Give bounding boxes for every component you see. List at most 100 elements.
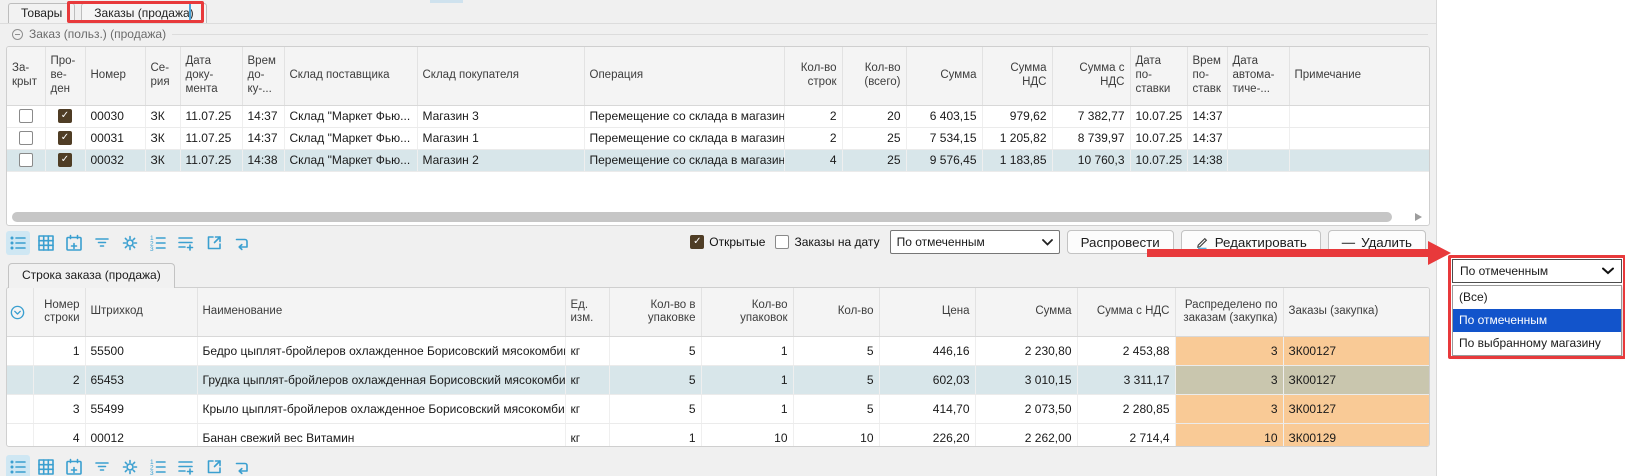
col-allocated[interactable]: Распределено по заказам (закупка): [1175, 288, 1283, 337]
cell-warehouse_buyer: Магазин 3: [417, 105, 584, 127]
overlay-distribute-mode-select[interactable]: По отмеченным: [1452, 259, 1622, 283]
calendar-add-icon[interactable]: [62, 231, 86, 255]
open-orders-checkbox[interactable]: ✓: [690, 235, 704, 249]
col-price[interactable]: Цена: [879, 288, 975, 337]
orders-table: За- крыт Про- ве- ден Номер Се- рия Дата…: [7, 47, 1430, 172]
dropdown-option-selected-store[interactable]: По выбранному магазину: [1453, 332, 1621, 355]
add-row-icon[interactable]: [174, 455, 198, 476]
col-packs[interactable]: Кол-во упаковок: [701, 288, 793, 337]
cell-amount_with_vat: 2 453,88: [1077, 337, 1175, 366]
cell-purchase_orders: ЗК00127: [1283, 337, 1429, 366]
col-doc-time[interactable]: Врем до- ку-...: [242, 47, 284, 105]
col-line-amount[interactable]: Сумма: [975, 288, 1077, 337]
col-delivery-date[interactable]: Дата по- ставки: [1130, 47, 1187, 105]
cell-warehouse_supplier: Склад "Маркет Фью...: [284, 127, 417, 149]
cell-posted: ✓: [45, 127, 85, 149]
horizontal-scrollbar-thumb[interactable]: [12, 212, 1392, 222]
numbered-list-icon[interactable]: 123: [146, 455, 170, 476]
cell-amount: 9 576,45: [906, 149, 982, 171]
posted-checkbox[interactable]: ✓: [58, 153, 72, 167]
col-closed[interactable]: За- крыт: [7, 47, 45, 105]
col-name[interactable]: Наименование: [197, 288, 565, 337]
order-line-row[interactable]: 400012Банан свежий вес Витаминкг11010226…: [7, 424, 1429, 447]
open-external-icon[interactable]: [202, 231, 226, 255]
cell-qty: 5: [793, 337, 879, 366]
delete-button-label: Удалить: [1361, 235, 1412, 250]
col-line-no[interactable]: Номер строки: [33, 288, 85, 337]
cell-row_icon: [7, 337, 33, 366]
order-row[interactable]: ✓00030ЗК11.07.2514:37Склад "Маркет Фью..…: [7, 105, 1429, 127]
cell-allocated: 3: [1175, 395, 1283, 424]
col-auto-date[interactable]: Дата автома- тиче-...: [1227, 47, 1289, 105]
tab-orders-sale[interactable]: Заказы (продажа): [81, 3, 206, 24]
col-warehouse-supplier[interactable]: Склад поставщика: [284, 47, 417, 105]
filter-icon[interactable]: [90, 231, 114, 255]
col-lines-count[interactable]: Кол-во строк: [784, 47, 842, 105]
col-purchase-orders[interactable]: Заказы (закупка): [1283, 288, 1429, 337]
col-posted[interactable]: Про- ве- ден: [45, 47, 85, 105]
gear-icon[interactable]: [118, 231, 142, 255]
col-row-icon[interactable]: [7, 288, 33, 337]
closed-checkbox[interactable]: [19, 131, 33, 145]
cell-delivery_date: 10.07.25: [1130, 127, 1187, 149]
cell-doc_time: 14:37: [242, 127, 284, 149]
distribute-mode-select[interactable]: По отмеченным: [890, 230, 1060, 254]
order-row[interactable]: ✓00032ЗК11.07.2514:38Склад "Маркет Фью..…: [7, 149, 1429, 171]
closed-checkbox[interactable]: [19, 109, 33, 123]
open-external-icon[interactable]: [202, 455, 226, 476]
bullet-list-icon[interactable]: [6, 455, 30, 476]
col-qty[interactable]: Кол-во: [793, 288, 879, 337]
col-qty-total[interactable]: Кол-во (всего): [842, 47, 906, 105]
scrollbar-right-arrow-icon[interactable]: [1415, 213, 1422, 221]
order-line-row[interactable]: 155500Бедро цыплят-бройлеров охлажденное…: [7, 337, 1429, 366]
gear-icon[interactable]: [118, 455, 142, 476]
col-doc-date[interactable]: Дата доку- мента: [180, 47, 242, 105]
col-line-amount-with-vat[interactable]: Сумма с НДС: [1077, 288, 1175, 337]
order-line-row[interactable]: 355499Крыло цыплят-бройлеров охлажденное…: [7, 395, 1429, 424]
annotation-arrow: [1147, 249, 1430, 257]
posted-checkbox[interactable]: ✓: [58, 131, 72, 145]
col-operation[interactable]: Операция: [584, 47, 784, 105]
cell-qty: 5: [793, 395, 879, 424]
dropdown-option-marked[interactable]: По отмеченным: [1453, 309, 1621, 332]
grid-icon[interactable]: [34, 231, 58, 255]
numbered-list-icon[interactable]: 123: [146, 231, 170, 255]
cell-allocated: 3: [1175, 337, 1283, 366]
add-row-icon[interactable]: [174, 231, 198, 255]
closed-checkbox[interactable]: [19, 153, 33, 167]
filter-icon[interactable]: [90, 455, 114, 476]
cell-number: 00032: [85, 149, 145, 171]
orders-on-date-checkbox[interactable]: [775, 235, 789, 249]
refresh-icon[interactable]: [230, 231, 254, 255]
col-series[interactable]: Се- рия: [145, 47, 180, 105]
orders-on-date-checkbox-group: Заказы на дату: [775, 235, 879, 249]
cell-barcode: 55500: [85, 337, 197, 366]
upper-group-header: Заказ (польз.) (продажа): [12, 27, 1428, 41]
col-barcode[interactable]: Штрихкод: [85, 288, 197, 337]
minus-circle-icon[interactable]: [12, 29, 23, 40]
cell-closed: [7, 149, 45, 171]
calendar-add-icon[interactable]: [62, 455, 86, 476]
dropdown-option-all[interactable]: (Все): [1453, 286, 1621, 309]
posted-checkbox[interactable]: ✓: [58, 109, 72, 123]
order-line-row[interactable]: 265453Грудка цыплят-бройлеров охлажденна…: [7, 366, 1429, 395]
col-unit[interactable]: Ед. изм.: [565, 288, 609, 337]
col-amount[interactable]: Сумма: [906, 47, 982, 105]
col-warehouse-buyer[interactable]: Склад покупателя: [417, 47, 584, 105]
refresh-icon[interactable]: [230, 455, 254, 476]
col-number[interactable]: Номер: [85, 47, 145, 105]
order-lines-header-row: Номер строки Штрихкод Наименование Ед. и…: [7, 288, 1429, 337]
col-vat[interactable]: Сумма НДС: [982, 47, 1052, 105]
bullet-list-icon[interactable]: [6, 231, 30, 255]
tab-order-lines[interactable]: Строка заказа (продажа): [8, 263, 175, 288]
order-row[interactable]: ✓00031ЗК11.07.2514:37Склад "Маркет Фью..…: [7, 127, 1429, 149]
col-note[interactable]: Примечание: [1289, 47, 1429, 105]
tab-products[interactable]: Товары: [8, 3, 75, 24]
cell-vat_amount: 979,62: [982, 105, 1052, 127]
grid-icon[interactable]: [34, 455, 58, 476]
col-amount-with-vat[interactable]: Сумма с НДС: [1052, 47, 1130, 105]
orders-header-row: За- крыт Про- ве- ден Номер Се- рия Дата…: [7, 47, 1429, 105]
col-qty-per-pack[interactable]: Кол-во в упаковке: [609, 288, 701, 337]
cell-auto_date: [1227, 105, 1289, 127]
col-delivery-time[interactable]: Врем по- ставк: [1187, 47, 1227, 105]
